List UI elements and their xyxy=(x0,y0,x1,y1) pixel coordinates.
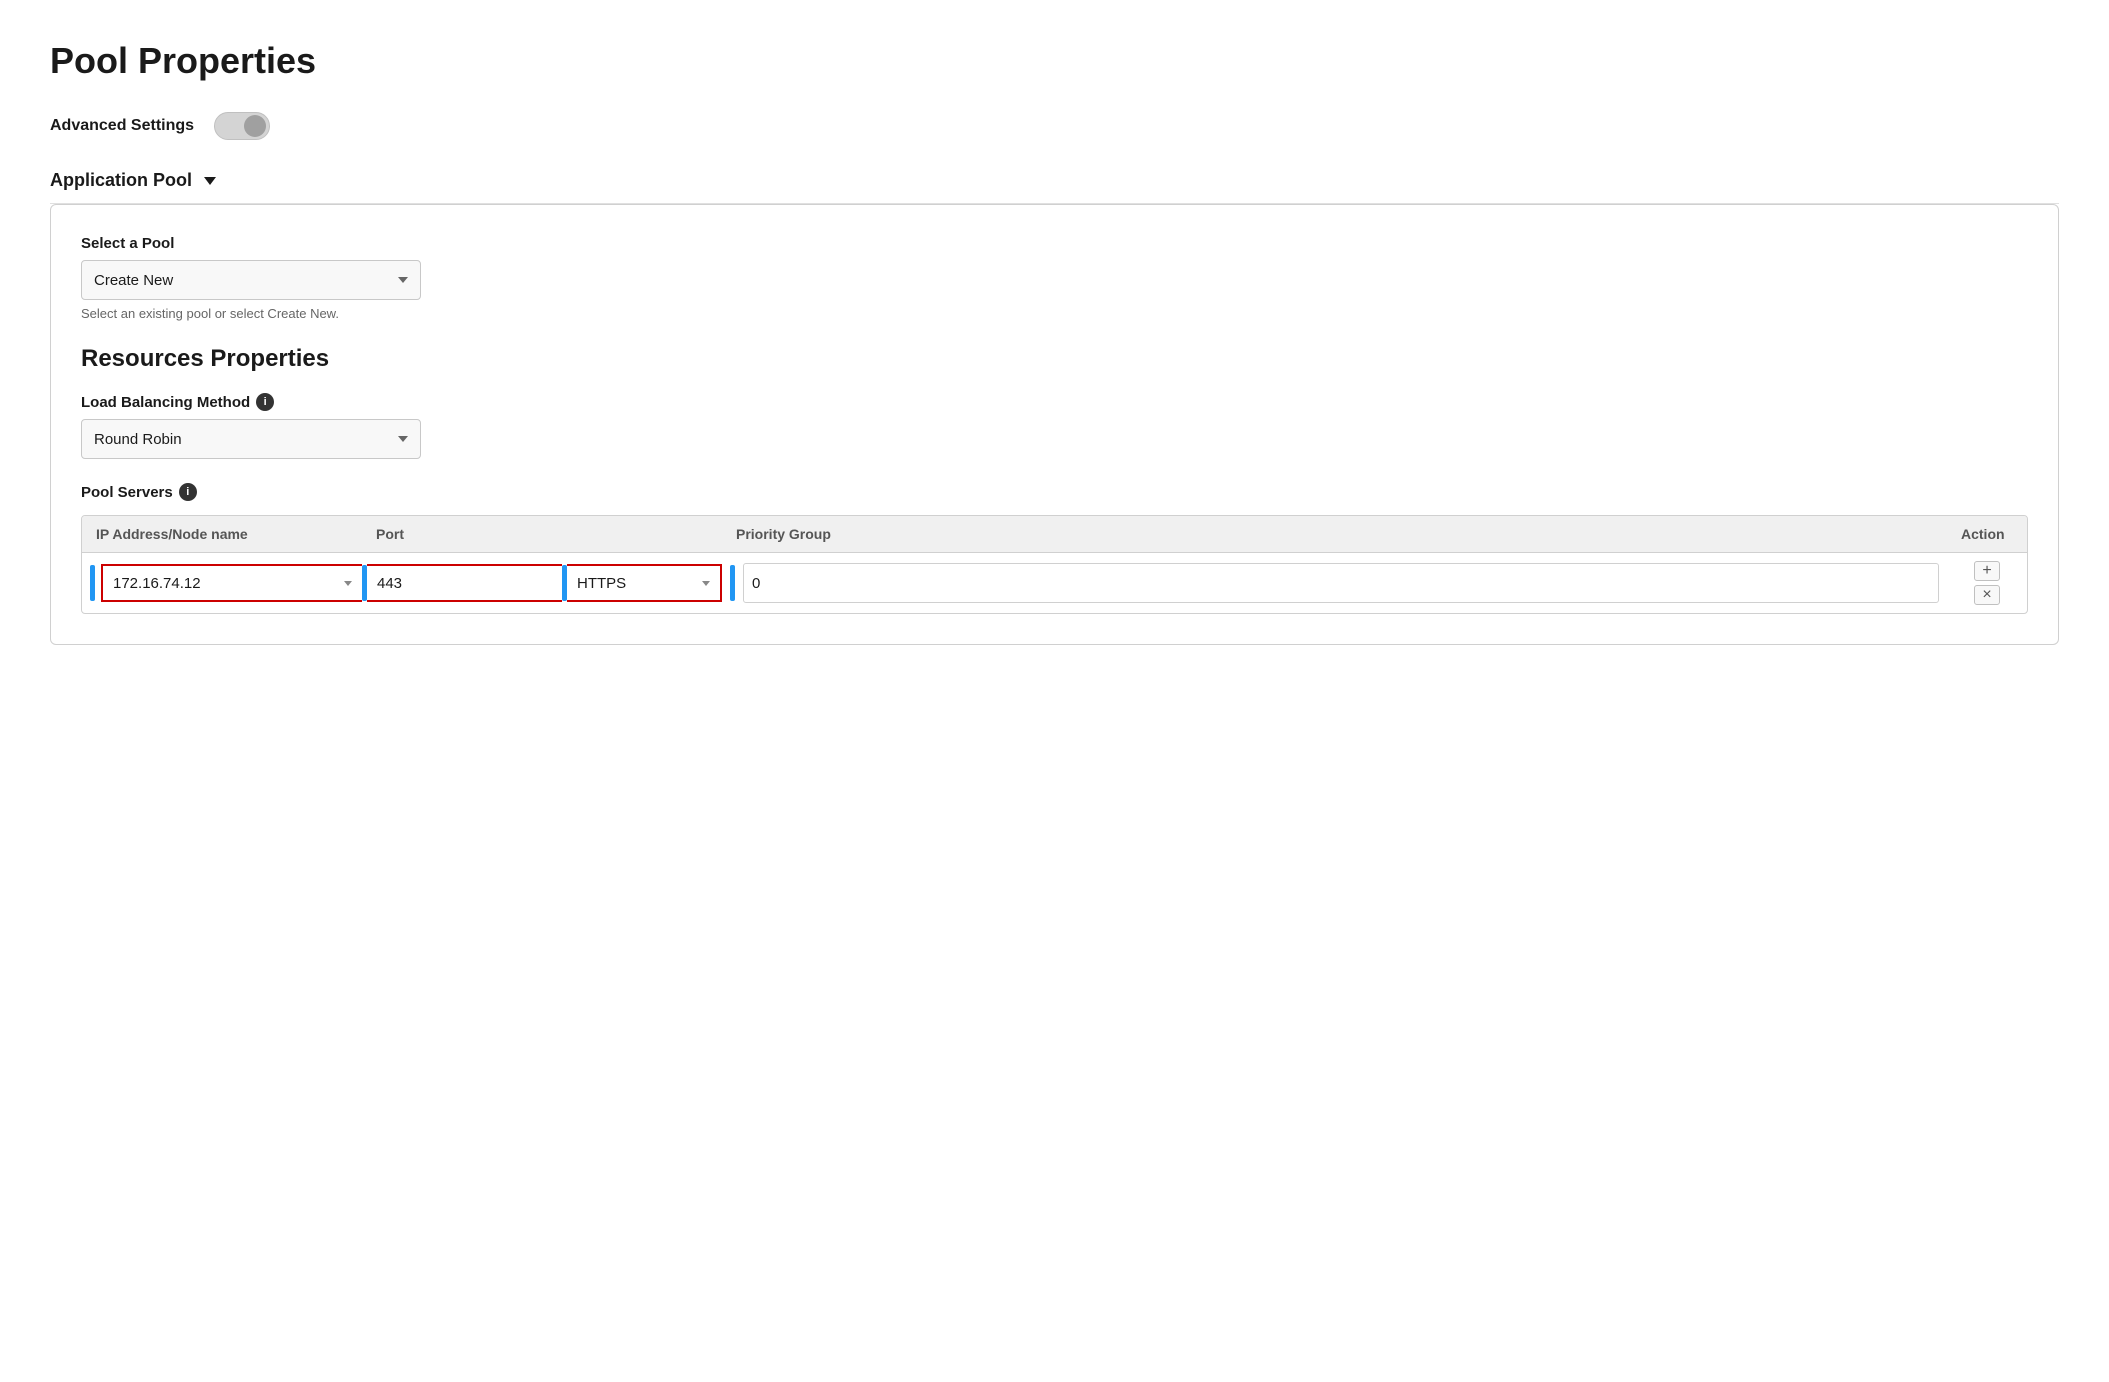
page-title: Pool Properties xyxy=(50,40,2059,82)
protocol-value: HTTPS xyxy=(577,575,626,592)
port-cell: 443 xyxy=(362,561,562,605)
col-ip-header: IP Address/Node name xyxy=(82,516,362,552)
pool-servers-info-icon[interactable]: i xyxy=(179,483,197,501)
ip-cell: 172.16.74.12 xyxy=(82,561,362,605)
toggle-knob xyxy=(244,115,266,137)
col-protocol-header xyxy=(562,516,722,552)
pool-hint-text: Select an existing pool or select Create… xyxy=(81,306,2028,321)
application-pool-panel: Select a Pool Create New Select an exist… xyxy=(50,204,2059,645)
select-pool-label: Select a Pool xyxy=(81,235,2028,252)
priority-blue-bar xyxy=(730,565,735,601)
col-port-header: Port xyxy=(362,516,562,552)
pool-select-dropdown[interactable]: Create New xyxy=(81,260,421,300)
col-action-header: Action xyxy=(1947,516,2027,552)
pool-servers-container: IP Address/Node name Port Priority Group… xyxy=(81,515,2028,614)
table-header-row: IP Address/Node name Port Priority Group… xyxy=(82,516,2027,553)
add-row-button[interactable]: + xyxy=(1974,561,2000,581)
load-balancing-dropdown[interactable]: Round Robin xyxy=(81,419,421,459)
table-row: 172.16.74.12 443 HTTPS xyxy=(82,553,2027,613)
advanced-settings-label: Advanced Settings xyxy=(50,117,194,135)
application-pool-title: Application Pool xyxy=(50,170,192,191)
resources-properties-title: Resources Properties xyxy=(81,345,2028,373)
load-balancing-selected: Round Robin xyxy=(94,431,182,448)
ip-blue-bar xyxy=(90,565,95,601)
priority-cell xyxy=(722,561,1947,605)
ip-dropdown-chevron-icon xyxy=(344,581,352,586)
priority-group-input[interactable] xyxy=(743,563,1939,603)
load-balancing-chevron-icon xyxy=(398,436,408,442)
pool-dropdown-chevron-icon xyxy=(398,277,408,283)
action-cell: + × xyxy=(1947,561,2027,605)
application-pool-chevron-icon xyxy=(204,177,216,185)
protocol-cell: HTTPS xyxy=(562,561,722,605)
advanced-settings-toggle[interactable] xyxy=(214,112,270,140)
load-balancing-info-icon[interactable]: i xyxy=(256,393,274,411)
pool-selected-value: Create New xyxy=(94,272,173,289)
port-value: 443 xyxy=(377,575,402,592)
load-balancing-label: Load Balancing Method xyxy=(81,394,250,411)
col-priority-header: Priority Group xyxy=(722,516,1947,552)
protocol-chevron-icon xyxy=(702,581,710,586)
pool-servers-label: Pool Servers xyxy=(81,484,173,501)
remove-row-button[interactable]: × xyxy=(1974,585,2000,605)
ip-address-value: 172.16.74.12 xyxy=(113,575,201,592)
